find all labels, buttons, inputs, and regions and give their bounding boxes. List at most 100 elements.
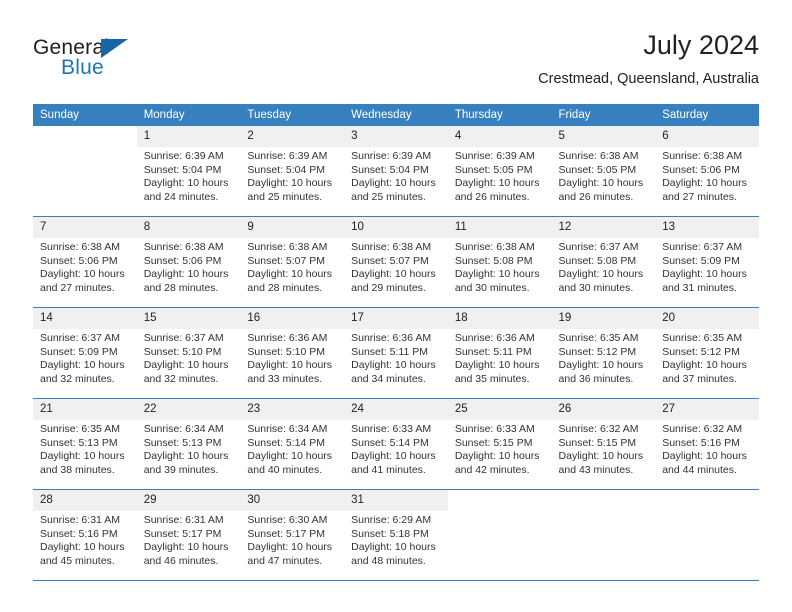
calendar-day-cell[interactable]: 11 Sunrise: 6:38 AM Sunset: 5:08 PM Dayligh…	[447, 216, 552, 308]
daylight-text: Daylight: 10 hours and 42 minutes.	[454, 450, 540, 476]
brand-logo[interactable]: General Blue	[33, 36, 233, 92]
calendar-day-cell[interactable]: 4 Sunrise: 6:39 AM Sunset: 5:05 PM Daylight…	[447, 126, 552, 217]
day-details: Sunrise: 6:32 AM Sunset: 5:15 PM Daylight:…	[552, 420, 656, 477]
day-details: Sunrise: 6:38 AM Sunset: 5:07 PM Daylight:…	[240, 238, 344, 295]
day-number: 19	[551, 308, 656, 329]
calendar-day-cell[interactable]: 24 Sunrise: 6:33 AM Sunset: 5:14 PM Dayligh…	[344, 398, 448, 490]
sunset-text: Sunset: 5:04 PM	[351, 163, 429, 176]
calendar-day-cell[interactable]: 3 Sunrise: 6:39 AM Sunset: 5:04 PM Daylight…	[344, 126, 448, 217]
sunrise-text: Sunrise: 6:30 AM	[247, 514, 328, 526]
day-number: 16	[240, 308, 345, 329]
daylight-text: Daylight: 10 hours and 36 minutes.	[558, 359, 644, 385]
day-details: Sunrise: 6:38 AM Sunset: 5:06 PM Daylight:…	[137, 238, 241, 295]
day-details: Sunrise: 6:35 AM Sunset: 5:12 PM Daylight:…	[552, 329, 656, 386]
daylight-text: Daylight: 10 hours and 46 minutes.	[143, 541, 229, 567]
calendar-day-cell[interactable]: 28 Sunrise: 6:31 AM Sunset: 5:16 PM Dayligh…	[33, 489, 137, 581]
calendar-day-cell[interactable]: 29 Sunrise: 6:31 AM Sunset: 5:17 PM Dayligh…	[136, 489, 241, 581]
sunset-text: Sunset: 5:05 PM	[558, 163, 637, 176]
daylight-text: Daylight: 10 hours and 24 minutes.	[143, 177, 229, 203]
daylight-text: Daylight: 10 hours and 45 minutes.	[40, 541, 125, 567]
day-details: Sunrise: 6:30 AM Sunset: 5:17 PM Daylight:…	[240, 511, 344, 568]
sunset-text: Sunset: 5:09 PM	[40, 345, 118, 358]
calendar-day-cell[interactable]: 19 Sunrise: 6:35 AM Sunset: 5:12 PM Dayligh…	[551, 307, 656, 399]
calendar-day-cell[interactable]: 8 Sunrise: 6:38 AM Sunset: 5:06 PM Daylight…	[136, 216, 241, 308]
day-number: 4	[447, 126, 552, 147]
day-number: 9	[240, 217, 345, 238]
day-details: Sunrise: 6:36 AM Sunset: 5:10 PM Daylight:…	[240, 329, 344, 386]
calendar-day-cell[interactable]: 9 Sunrise: 6:38 AM Sunset: 5:07 PM Daylight…	[240, 216, 345, 308]
daylight-text: Daylight: 10 hours and 26 minutes.	[558, 177, 644, 203]
sunset-text: Sunset: 5:13 PM	[40, 436, 118, 449]
daylight-text: Daylight: 10 hours and 47 minutes.	[247, 541, 333, 567]
sunrise-text: Sunrise: 6:29 AM	[351, 514, 432, 526]
daylight-text: Daylight: 10 hours and 29 minutes.	[351, 268, 436, 294]
calendar-day-cell[interactable]: 12 Sunrise: 6:37 AM Sunset: 5:08 PM Dayligh…	[551, 216, 656, 308]
calendar-day-cell[interactable]: 15 Sunrise: 6:37 AM Sunset: 5:10 PM Dayligh…	[136, 307, 241, 399]
sunrise-text: Sunrise: 6:37 AM	[143, 332, 224, 344]
day-details: Sunrise: 6:34 AM Sunset: 5:13 PM Daylight:…	[137, 420, 241, 477]
calendar-day-cell[interactable]: 30 Sunrise: 6:30 AM Sunset: 5:17 PM Dayligh…	[240, 489, 345, 581]
daylight-text: Daylight: 10 hours and 28 minutes.	[143, 268, 229, 294]
calendar-day-cell[interactable]: 13 Sunrise: 6:37 AM Sunset: 5:09 PM Dayligh…	[655, 216, 759, 308]
calendar-day-cell[interactable]: 14 Sunrise: 6:37 AM Sunset: 5:09 PM Dayligh…	[33, 307, 137, 399]
daylight-text: Daylight: 10 hours and 43 minutes.	[558, 450, 644, 476]
day-number: 11	[447, 217, 552, 238]
sunrise-text: Sunrise: 6:38 AM	[662, 150, 743, 162]
daylight-text: Daylight: 10 hours and 25 minutes.	[351, 177, 436, 203]
sunrise-text: Sunrise: 6:38 AM	[351, 241, 432, 253]
calendar-day-cell[interactable]: 20 Sunrise: 6:35 AM Sunset: 5:12 PM Dayligh…	[655, 307, 759, 399]
daylight-text: Daylight: 10 hours and 33 minutes.	[247, 359, 333, 385]
sunset-text: Sunset: 5:06 PM	[662, 163, 740, 176]
sunset-text: Sunset: 5:15 PM	[454, 436, 533, 449]
sunrise-text: Sunrise: 6:36 AM	[351, 332, 432, 344]
sunrise-text: Sunrise: 6:31 AM	[40, 514, 120, 526]
sunrise-text: Sunrise: 6:38 AM	[454, 241, 535, 253]
day-number: 22	[136, 399, 241, 420]
calendar-day-cell[interactable]: 18 Sunrise: 6:36 AM Sunset: 5:11 PM Dayligh…	[447, 307, 552, 399]
day-number: 12	[551, 217, 656, 238]
sunset-text: Sunset: 5:07 PM	[351, 254, 429, 267]
day-number: 7	[33, 217, 137, 238]
day-number: 29	[136, 490, 241, 511]
calendar-day-cell[interactable]: 2 Sunrise: 6:39 AM Sunset: 5:04 PM Daylight…	[240, 126, 345, 217]
calendar-day-cell[interactable]: 31 Sunrise: 6:29 AM Sunset: 5:18 PM Dayligh…	[344, 489, 448, 581]
sunset-text: Sunset: 5:14 PM	[351, 436, 429, 449]
sunrise-text: Sunrise: 6:32 AM	[662, 423, 743, 435]
calendar-day-cell[interactable]: 25 Sunrise: 6:33 AM Sunset: 5:15 PM Dayligh…	[447, 398, 552, 490]
sunset-text: Sunset: 5:10 PM	[247, 345, 326, 358]
calendar-day-cell[interactable]: 26 Sunrise: 6:32 AM Sunset: 5:15 PM Dayligh…	[551, 398, 656, 490]
sunset-text: Sunset: 5:05 PM	[454, 163, 533, 176]
day-number: 21	[33, 399, 137, 420]
day-number: 5	[551, 126, 656, 147]
sunrise-text: Sunrise: 6:35 AM	[662, 332, 743, 344]
calendar-day-cell[interactable]: 1 Sunrise: 6:39 AM Sunset: 5:04 PM Daylight…	[136, 126, 241, 217]
daylight-text: Daylight: 10 hours and 48 minutes.	[351, 541, 436, 567]
sunrise-text: Sunrise: 6:34 AM	[247, 423, 328, 435]
calendar-day-cell[interactable]: 22 Sunrise: 6:34 AM Sunset: 5:13 PM Dayligh…	[136, 398, 241, 490]
daylight-text: Daylight: 10 hours and 32 minutes.	[143, 359, 229, 385]
daylight-text: Daylight: 10 hours and 35 minutes.	[454, 359, 540, 385]
sunrise-text: Sunrise: 6:38 AM	[40, 241, 120, 253]
day-details: Sunrise: 6:31 AM Sunset: 5:17 PM Daylight:…	[137, 511, 241, 568]
sunrise-text: Sunrise: 6:35 AM	[40, 423, 120, 435]
day-details: Sunrise: 6:35 AM Sunset: 5:13 PM Daylight:…	[33, 420, 137, 477]
day-details: Sunrise: 6:32 AM Sunset: 5:16 PM Daylight:…	[655, 420, 759, 477]
calendar-day-cell[interactable]: 27 Sunrise: 6:32 AM Sunset: 5:16 PM Dayligh…	[655, 398, 759, 490]
calendar-day-cell[interactable]: 5 Sunrise: 6:38 AM Sunset: 5:05 PM Daylight…	[551, 126, 656, 217]
calendar-day-cell[interactable]: 17 Sunrise: 6:36 AM Sunset: 5:11 PM Dayligh…	[344, 307, 448, 399]
calendar-day-cell[interactable]: 6 Sunrise: 6:38 AM Sunset: 5:06 PM Daylight…	[655, 126, 759, 217]
day-number	[552, 490, 656, 511]
page-title: July 2024	[643, 30, 759, 60]
calendar-day-cell[interactable]: 7 Sunrise: 6:38 AM Sunset: 5:06 PM Daylight…	[33, 216, 137, 308]
calendar-day-cell[interactable]: 21 Sunrise: 6:35 AM Sunset: 5:13 PM Dayligh…	[33, 398, 137, 490]
day-details: Sunrise: 6:34 AM Sunset: 5:14 PM Daylight:…	[240, 420, 344, 477]
sunset-text: Sunset: 5:06 PM	[40, 254, 118, 267]
day-number: 25	[447, 399, 552, 420]
calendar-cell-empty	[447, 489, 552, 581]
daylight-text: Daylight: 10 hours and 27 minutes.	[40, 268, 125, 294]
day-number: 26	[551, 399, 656, 420]
calendar-day-cell[interactable]: 16 Sunrise: 6:36 AM Sunset: 5:10 PM Dayligh…	[240, 307, 345, 399]
calendar-day-cell[interactable]: 10 Sunrise: 6:38 AM Sunset: 5:07 PM Dayligh…	[344, 216, 448, 308]
calendar-day-cell[interactable]: 23 Sunrise: 6:34 AM Sunset: 5:14 PM Dayligh…	[240, 398, 345, 490]
day-number: 14	[33, 308, 137, 329]
